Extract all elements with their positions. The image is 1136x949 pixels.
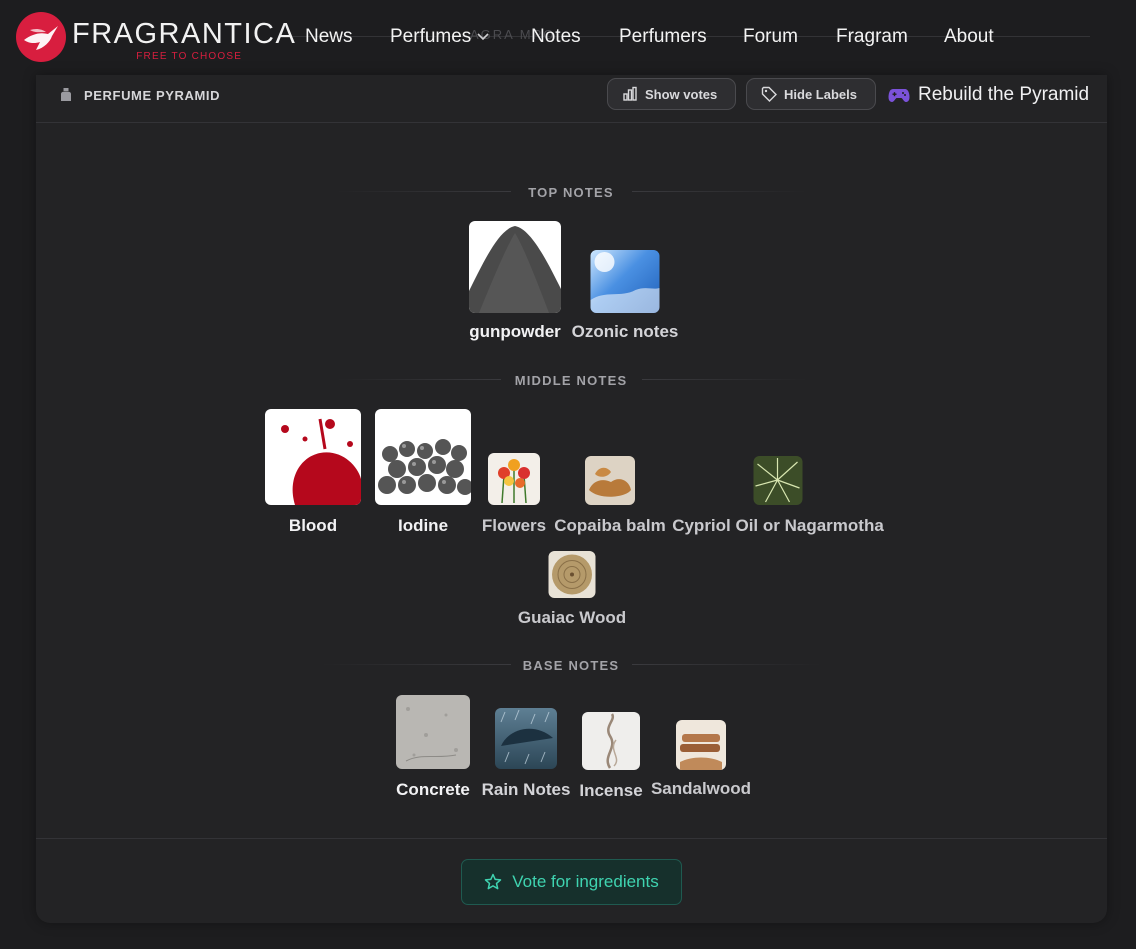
note-label: Sandalwood — [650, 779, 752, 798]
note-image — [590, 250, 660, 313]
middle-notes-heading: MIDDLE NOTES — [514, 373, 628, 388]
nav-fragram[interactable]: Fragram — [836, 26, 908, 48]
note-label: Iodine — [397, 516, 449, 535]
bar-chart-icon — [623, 86, 637, 101]
note-label: Rain Notes — [481, 780, 571, 799]
note-image — [265, 409, 361, 505]
note-image — [488, 453, 540, 505]
divider — [632, 191, 807, 192]
perfume-pyramid-card: PERFUME PYRAMID Show votes Hide Labels R… — [36, 75, 1107, 923]
note-label: Concrete — [396, 780, 470, 799]
show-votes-button[interactable]: Show votes — [607, 78, 736, 110]
note-label: Ozonic notes — [571, 322, 679, 341]
divider — [321, 664, 511, 665]
note-image — [676, 720, 726, 770]
chevron-down-icon — [477, 33, 489, 41]
note-image — [585, 456, 635, 505]
note-flowers[interactable]: Flowers — [482, 453, 546, 535]
note-cypriol-oil-or-nagarmotha[interactable]: Cypriol Oil or Nagarmotha — [672, 456, 884, 535]
note-label: Guaiac Wood — [517, 608, 627, 627]
note-image — [753, 456, 803, 505]
hummingbird-icon — [16, 12, 66, 62]
divider — [642, 379, 807, 380]
note-guaiac-wood[interactable]: Guaiac Wood — [518, 551, 626, 627]
note-rain-notes[interactable]: Rain Notes — [482, 708, 570, 799]
note-gunpowder[interactable]: gunpowder — [469, 221, 561, 341]
gamepad-icon — [888, 89, 910, 102]
nav-notes[interactable]: Notes — [531, 26, 581, 48]
pyramid-title: PERFUME PYRAMID — [84, 88, 221, 103]
nav-perfumes-label: Perfumes — [390, 26, 472, 47]
nav-forum[interactable]: Forum — [743, 26, 798, 48]
note-image — [548, 551, 596, 598]
hide-labels-label: Hide Labels — [784, 86, 857, 102]
rebuild-pyramid-link[interactable]: Rebuild the Pyramid — [888, 84, 1089, 106]
note-image — [495, 708, 557, 769]
star-icon — [485, 873, 502, 890]
top-notes-heading: TOP NOTES — [528, 185, 614, 200]
note-image — [396, 695, 470, 769]
note-image — [469, 221, 561, 313]
pyramid-header: PERFUME PYRAMID Show votes Hide Labels R… — [36, 75, 1107, 123]
note-label: Blood — [288, 516, 338, 535]
note-image — [375, 409, 471, 505]
divider — [336, 191, 511, 192]
top-navigation: AGRA MPO FRAGRANTICA FREE TO CHOOSE News… — [0, 0, 1136, 75]
note-copaiba-balm[interactable]: Copaiba balm — [554, 456, 666, 535]
note-image — [582, 712, 640, 770]
show-votes-label: Show votes — [645, 86, 718, 102]
note-ozonic-notes[interactable]: Ozonic notes — [572, 250, 678, 341]
rebuild-pyramid-label: Rebuild the Pyramid — [918, 84, 1090, 105]
perfume-bottle-icon — [61, 88, 71, 101]
tag-icon — [761, 86, 777, 102]
vote-for-ingredients-button[interactable]: Vote for ingredients — [461, 859, 682, 905]
divider — [336, 379, 501, 380]
note-concrete[interactable]: Concrete — [396, 695, 470, 799]
hide-labels-button[interactable]: Hide Labels — [746, 78, 876, 110]
note-incense[interactable]: Incense — [579, 712, 643, 800]
note-label: Copaiba balm — [554, 516, 666, 535]
note-label: Cypriol Oil or Nagarmotha — [672, 516, 884, 535]
nav-perfumes[interactable]: Perfumes — [390, 26, 489, 48]
vote-button-label: Vote for ingredients — [512, 872, 659, 891]
note-blood[interactable]: Blood — [265, 409, 361, 535]
note-label: Flowers — [481, 516, 547, 535]
note-iodine[interactable]: Iodine — [375, 409, 471, 535]
note-sandalwood[interactable]: Sandalwood — [651, 720, 751, 798]
nav-news[interactable]: News — [305, 26, 353, 48]
base-notes-heading: BASE NOTES — [522, 658, 620, 673]
brand-tagline: FREE TO CHOOSE — [136, 51, 243, 62]
brand-logo[interactable]: FRAGRANTICA FREE TO CHOOSE — [16, 12, 296, 62]
nav-perfumers[interactable]: Perfumers — [619, 26, 707, 48]
note-label: Incense — [579, 781, 643, 800]
divider — [632, 664, 822, 665]
nav-about[interactable]: About — [944, 26, 994, 48]
footer-divider — [36, 838, 1107, 839]
note-label: gunpowder — [469, 322, 561, 341]
brand-name: FRAGRANTICA — [72, 18, 297, 50]
